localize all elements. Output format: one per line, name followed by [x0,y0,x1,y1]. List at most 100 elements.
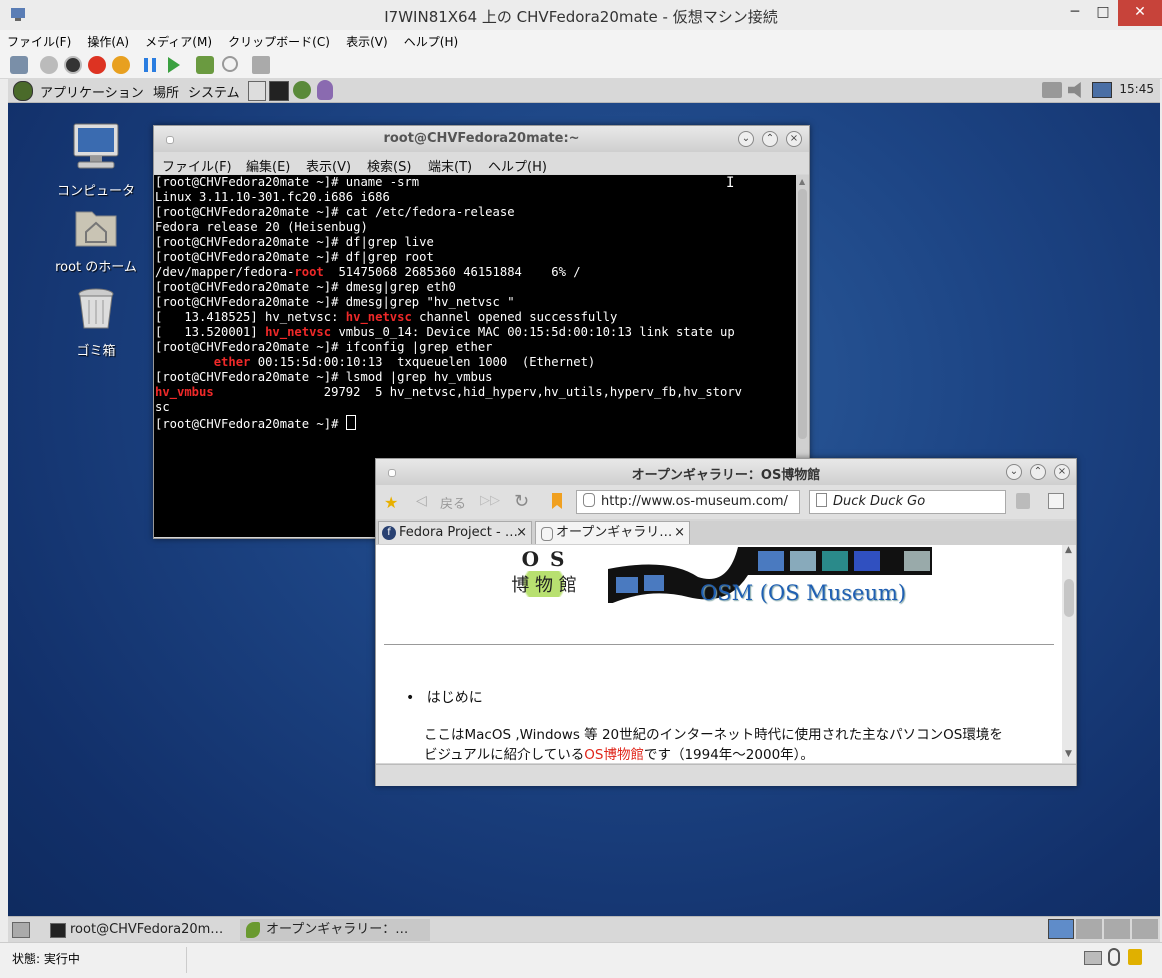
pidgin-launcher-icon[interactable] [317,80,333,100]
bookmark-star-icon[interactable]: ★ [384,493,398,512]
revert-icon[interactable] [222,56,238,72]
workspace-switcher[interactable] [1048,919,1158,940]
horizontal-rule [384,644,1054,645]
paragraph-text: です（1994年～2000年）。 [643,747,814,763]
browser-content[interactable]: O S 博 物 館 OSM (OS Museum) • はじめに ここはMacO… [376,545,1062,763]
url-bar[interactable]: http://www.os-museum.com/ [576,490,800,514]
turn-off-icon[interactable] [64,56,82,74]
forward-icon[interactable]: ▷▷ [480,493,500,508]
os-museum-link[interactable]: OS博物館 [584,747,644,763]
reload-icon[interactable]: ↻ [514,491,529,512]
browser-scrollbar[interactable]: ▲ ▼ [1062,545,1076,763]
paragraph-text: ビジュアルに紹介している [424,747,585,763]
term-menu-help[interactable]: ヘルプ(H) [488,156,547,175]
terminal-launcher-icon[interactable] [269,81,289,101]
terminal-prompt-line[interactable]: [root@CHVFedora20mate ~]# [154,415,796,431]
text-editor-launcher-icon[interactable] [248,81,266,101]
clear-history-icon[interactable] [1016,493,1030,509]
display-icon[interactable] [1092,82,1112,98]
page-icon [541,527,553,541]
scroll-up-arrow-icon[interactable]: ▲ [1065,545,1072,555]
menu-places[interactable]: 場所 [153,82,179,101]
back-button[interactable]: 戻る [440,493,466,512]
minimize-icon[interactable]: ⌄ [1006,464,1022,480]
panel-clock[interactable]: 15:45 [1119,82,1154,96]
terminal-line: [ 13.418525] hv_netvsc: hv_netvsc channe… [155,310,618,324]
minimize-icon[interactable]: ⌄ [738,131,754,147]
browser-title-bar[interactable]: オープンギャラリー：OS博物館 ⌄ ⌃ × [376,459,1076,485]
menu-clipboard[interactable]: クリップボード(C) [221,30,335,50]
enhanced-session-icon[interactable] [252,56,270,74]
close-icon[interactable]: × [1054,464,1070,480]
bullet-dot-icon: • [406,690,415,706]
desktop-icon-trash[interactable]: ゴミ箱 [46,286,146,359]
resume-icon[interactable] [168,57,180,73]
taskbar-item-browser[interactable]: オープンギャラリー：… [240,919,430,941]
menu-help[interactable]: ヘルプ(H) [397,30,463,50]
tab-fedora-project[interactable]: f Fedora Project - … × [378,521,532,544]
logo-bottom: 博 物 館 [498,571,590,597]
grep-match: hv_netvsc [345,310,412,324]
menu-view[interactable]: 表示(V) [339,30,393,50]
menu-action[interactable]: 操作(A) [80,30,134,50]
menu-applications[interactable]: アプリケーション [40,82,144,101]
terminal-line: Linux 3.11.10-301.fc20.i686 i686 [155,190,390,204]
maximize-button[interactable]: □ [1086,0,1120,26]
scrollbar-thumb[interactable] [798,189,807,439]
desktop-icon-label: ゴミ箱 [76,344,116,359]
maximize-icon[interactable]: ⌃ [762,131,778,147]
vm-desktop: アプリケーション 場所 システム 15:45 コンピュータ root のホーム … [8,78,1160,942]
terminal-cursor [345,415,356,430]
url-text: http://www.os-museum.com/ [601,494,788,509]
scrollbar-thumb[interactable] [1064,579,1074,617]
bookmark-flag-icon[interactable] [552,493,562,509]
terminal-line: [root@CHVFedora20mate ~]# cat /etc/fedor… [155,205,515,219]
workspace-4[interactable] [1132,919,1158,939]
mate-logo-icon[interactable] [13,81,33,101]
terminal-title-bar[interactable]: root@CHVFedora20mate:~ ⌄ ⌃ × [154,126,809,152]
bullet-item: • はじめに [406,687,483,707]
search-engine-icon [816,493,827,507]
desktop-icon-home[interactable]: root のホーム [46,204,146,275]
grep-match: ether [213,355,251,369]
zoom-icon[interactable] [1048,493,1064,509]
status-divider [186,947,187,973]
workspace-2[interactable] [1076,919,1102,939]
browser-window: オープンギャラリー：OS博物館 ⌄ ⌃ × ★ ◁ 戻る ▷▷ ↻ http:/… [375,458,1077,786]
network-icon[interactable] [1042,82,1062,98]
close-button[interactable]: ✕ [1118,0,1162,26]
browser-launcher-icon[interactable] [293,81,311,99]
volume-icon[interactable] [1068,82,1081,98]
term-menu-file[interactable]: ファイル(F) [162,156,232,175]
tab-close-icon[interactable]: × [674,522,685,544]
term-menu-view[interactable]: 表示(V) [306,156,351,175]
reset-icon[interactable] [196,56,214,74]
close-icon[interactable]: × [786,131,802,147]
tab-close-icon[interactable]: × [516,522,527,544]
shutdown-icon[interactable] [88,56,106,74]
taskbar-item-terminal[interactable]: root@CHVFedora20m… [44,919,238,941]
tab-open-gallery[interactable]: オープンギャラリ… × [535,521,690,544]
menu-system[interactable]: システム [188,82,240,101]
back-arrow-icon[interactable]: ◁ [416,493,427,509]
term-menu-terminal[interactable]: 端末(T) [428,156,472,175]
pause-icon[interactable] [144,58,156,72]
workspace-1[interactable] [1048,919,1074,939]
terminal-line: [root@CHVFedora20mate ~]# uname -srm [155,175,420,189]
term-menu-search[interactable]: 検索(S) [367,156,411,175]
start-icon[interactable] [40,56,58,74]
search-field[interactable]: Duck Duck Go [809,490,1006,514]
workspace-3[interactable] [1104,919,1130,939]
show-desktop-icon[interactable] [12,922,30,938]
tab-label: Fedora Project - … [399,525,518,540]
scroll-up-arrow-icon[interactable]: ▲ [799,177,805,186]
menu-file[interactable]: ファイル(F) [0,30,76,50]
terminal-icon [50,923,66,938]
term-menu-edit[interactable]: 編集(E) [246,156,290,175]
ctrl-alt-del-icon[interactable] [10,56,28,74]
menu-media[interactable]: メディア(M) [138,30,217,50]
scroll-down-arrow-icon[interactable]: ▼ [1065,749,1072,759]
maximize-icon[interactable]: ⌃ [1030,464,1046,480]
desktop-icon-computer[interactable]: コンピュータ [46,122,146,199]
save-state-icon[interactable] [112,56,130,74]
